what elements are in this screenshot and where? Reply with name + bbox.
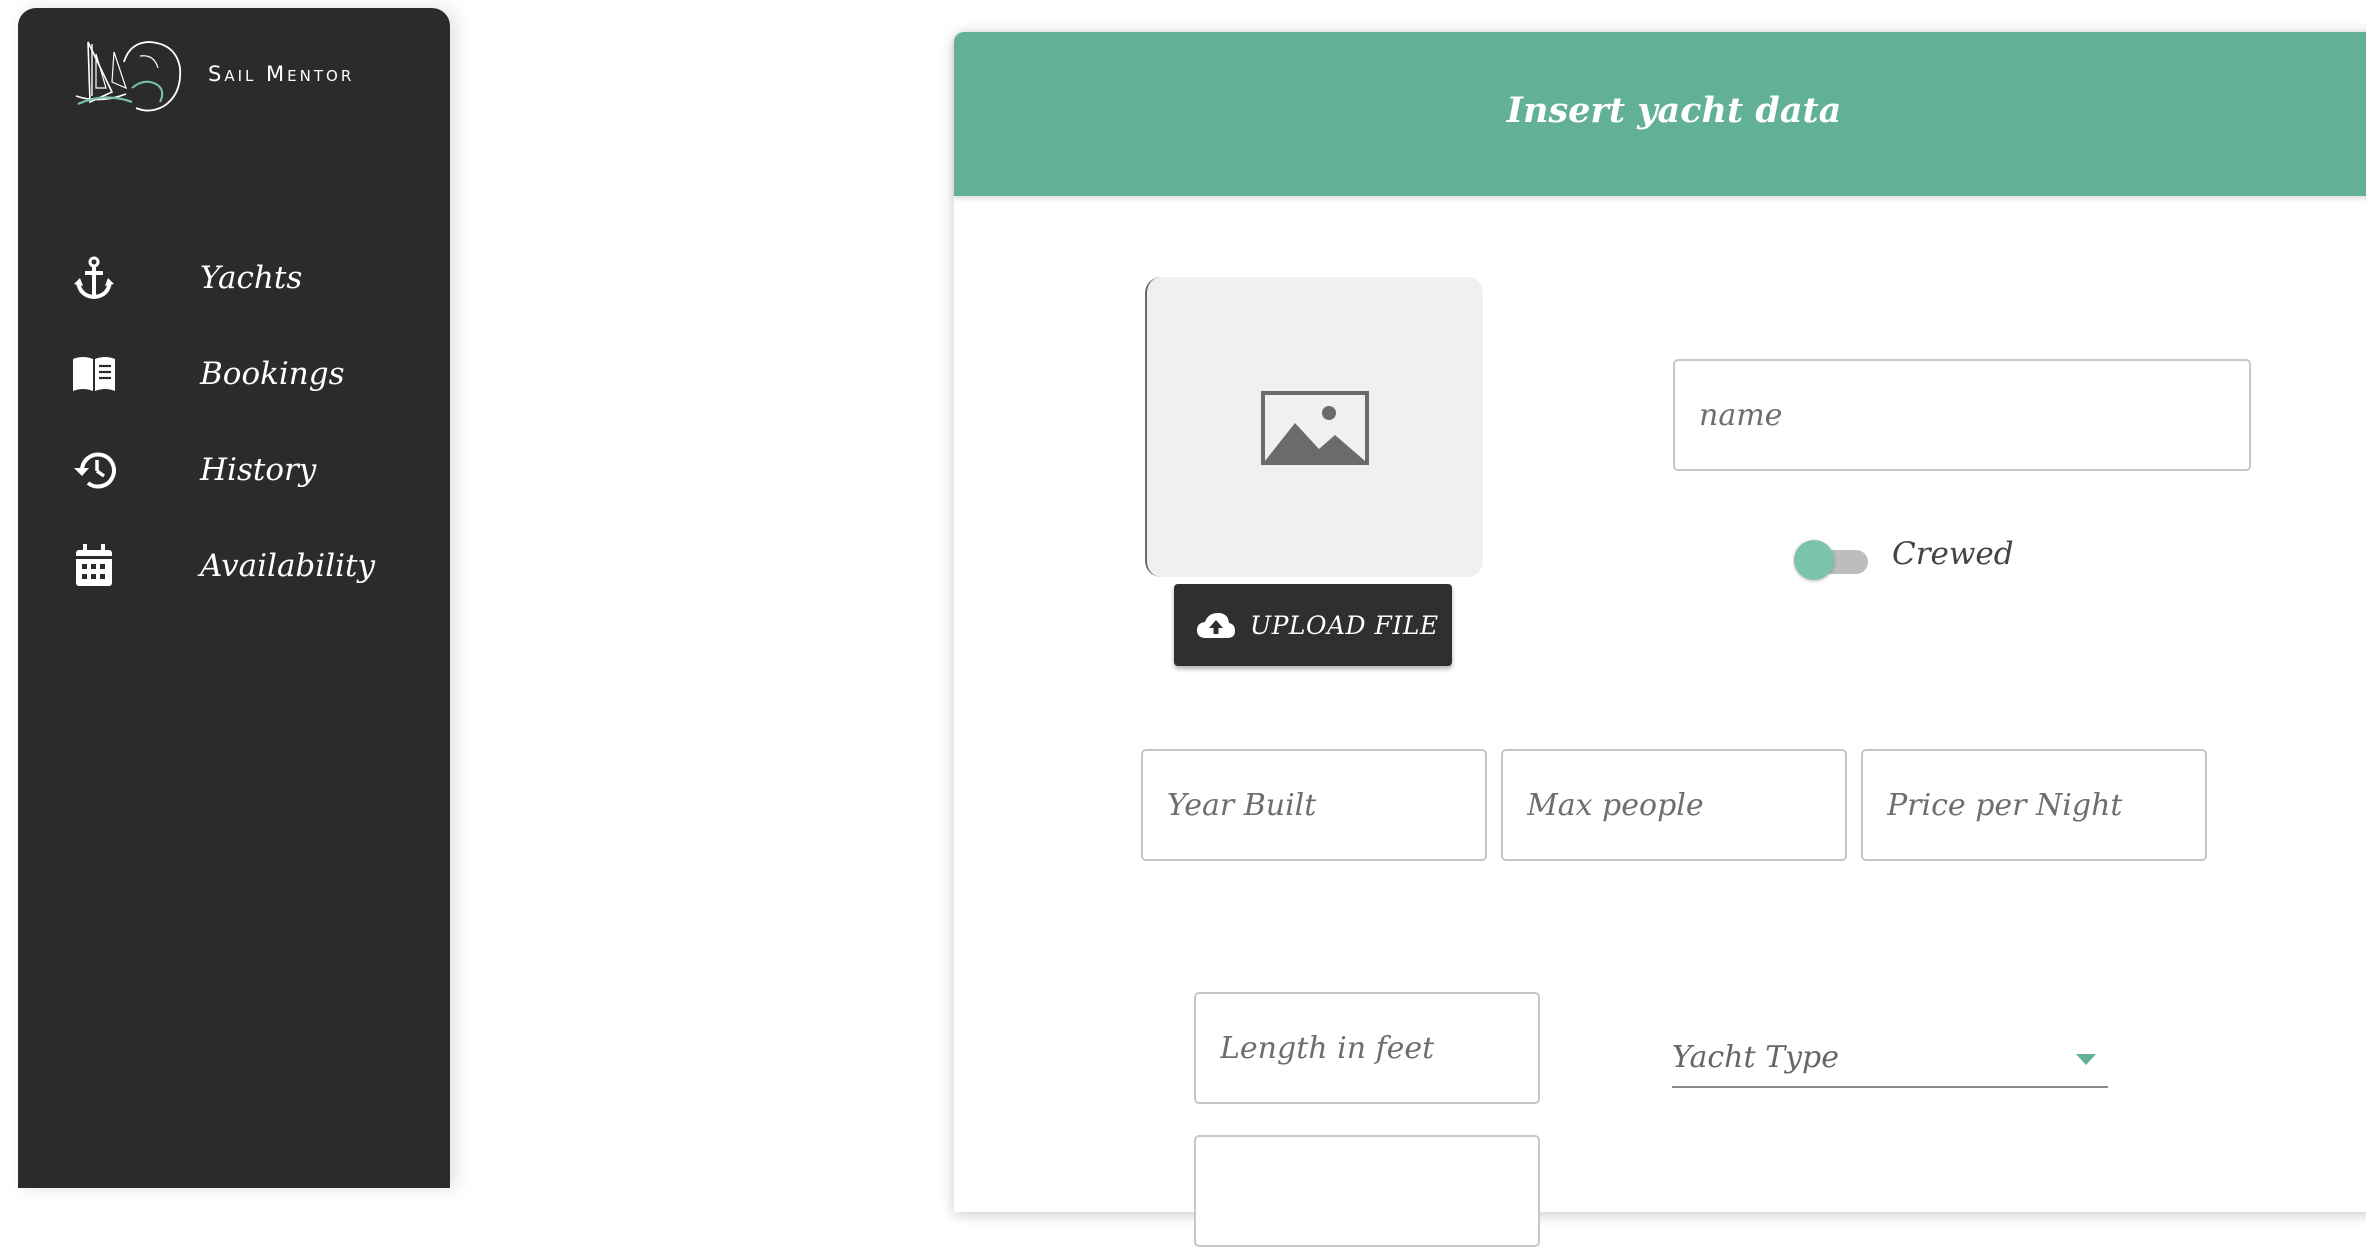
sidebar-item-label: History	[200, 452, 317, 488]
brand[interactable]: Sail Mentor	[70, 32, 354, 116]
yacht-type-label: Yacht Type	[1672, 1040, 1839, 1075]
page-title: Insert yacht data	[1506, 90, 1842, 131]
length-input[interactable]	[1196, 994, 1538, 1102]
calendar-icon	[70, 542, 118, 590]
year-built-field[interactable]	[1141, 749, 1487, 861]
toggle-thumb	[1794, 540, 1834, 580]
year-built-input[interactable]	[1143, 751, 1485, 859]
sidebar-item-yachts[interactable]: Yachts	[70, 246, 430, 310]
extra-input[interactable]	[1196, 1137, 1538, 1245]
sidebar-item-label: Bookings	[200, 356, 345, 392]
book-icon	[70, 350, 118, 398]
cloud-upload-icon	[1197, 613, 1235, 638]
upload-file-label: UPLOAD FILE	[1250, 610, 1439, 640]
image-placeholder-icon	[1261, 391, 1369, 465]
sidebar-item-bookings[interactable]: Bookings	[70, 342, 430, 406]
anchor-icon	[70, 254, 118, 302]
sidebar-item-label: Yachts	[200, 260, 303, 296]
price-per-night-field[interactable]	[1861, 749, 2207, 861]
name-input[interactable]	[1675, 361, 2249, 469]
max-people-field[interactable]	[1501, 749, 1847, 861]
sidebar-item-availability[interactable]: Availability	[70, 534, 430, 598]
yacht-type-select[interactable]: Yacht Type	[1672, 1032, 2108, 1088]
length-field[interactable]	[1194, 992, 1540, 1104]
sidebar-item-label: Availability	[200, 548, 375, 584]
price-per-night-input[interactable]	[1863, 751, 2205, 859]
yacht-form-card: Insert yacht data UPLOAD FILE Crewed	[954, 32, 2366, 1247]
crewed-label: Crewed	[1892, 536, 2014, 572]
brand-name: Sail Mentor	[208, 62, 355, 86]
card-header: Insert yacht data	[954, 32, 2366, 196]
image-preview	[1145, 277, 1483, 577]
extra-field[interactable]	[1194, 1135, 1540, 1247]
upload-file-button[interactable]: UPLOAD FILE	[1174, 584, 1452, 666]
history-icon	[70, 446, 118, 494]
max-people-input[interactable]	[1503, 751, 1845, 859]
sidebar-item-history[interactable]: History	[70, 438, 430, 502]
sailboat-logo-icon	[75, 41, 182, 112]
chevron-down-icon	[2076, 1054, 2096, 1065]
crewed-toggle[interactable]	[1794, 540, 1872, 580]
sidebar: Sail Mentor Yachts Bookings History Avai…	[18, 8, 450, 1188]
name-field[interactable]	[1673, 359, 2251, 471]
